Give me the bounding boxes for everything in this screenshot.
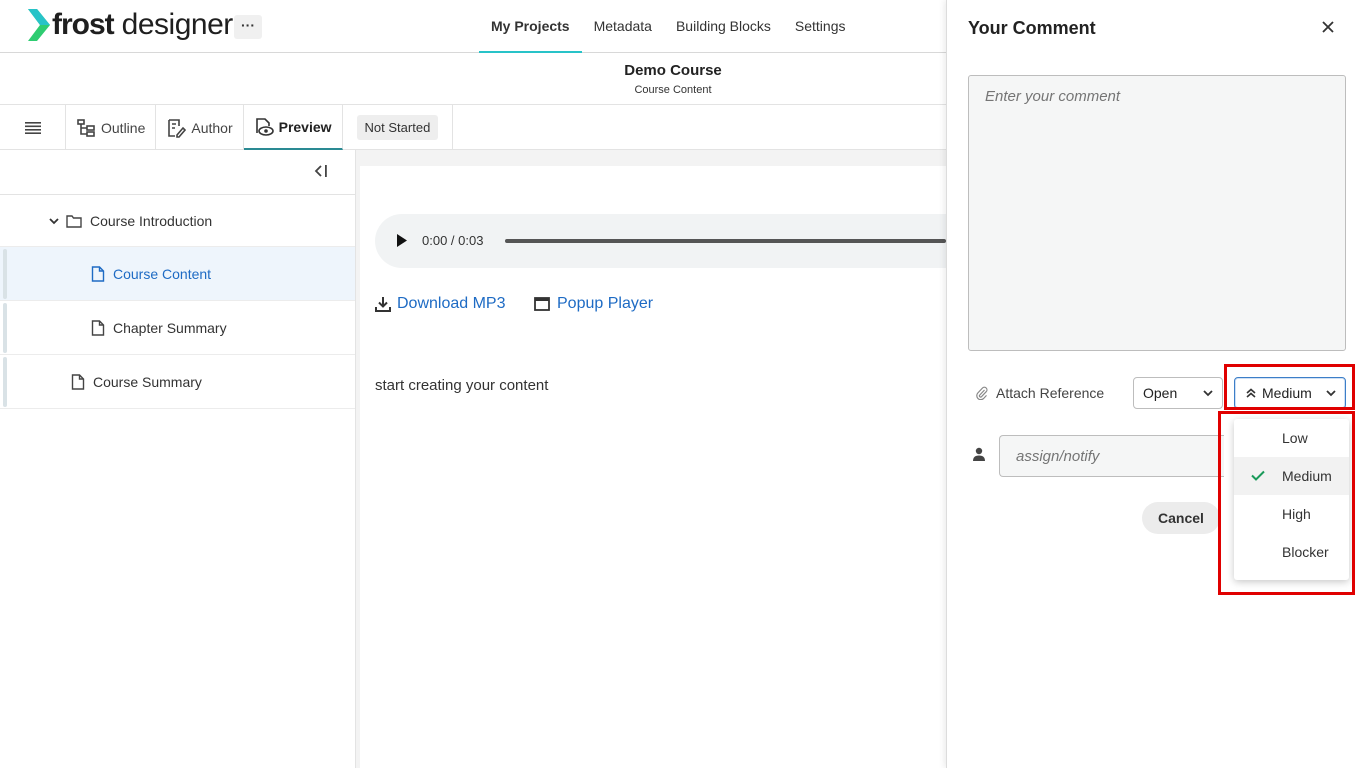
comment-status-value: Open [1143, 385, 1178, 401]
tree-indent-bar [3, 357, 7, 407]
status-area: Not Started [343, 105, 454, 150]
nav-metadata[interactable]: Metadata [582, 0, 664, 53]
sidebar-header [0, 150, 355, 195]
highlight-box-dropdown [1218, 411, 1355, 595]
comment-textarea[interactable] [968, 75, 1346, 351]
nav-my-projects[interactable]: My Projects [479, 0, 582, 53]
tab-preview-label: Preview [278, 118, 332, 135]
audio-progress-track[interactable] [505, 239, 946, 243]
highlight-box-priority [1224, 364, 1355, 410]
outline-icon [77, 118, 95, 137]
course-header: Demo Course Course Content [0, 53, 946, 105]
download-icon [375, 297, 391, 312]
content-body-text: start creating your content [375, 377, 549, 394]
download-mp3-link[interactable]: Download MP3 [375, 295, 506, 313]
tab-preview[interactable]: Preview [243, 105, 343, 150]
tab-outline-label: Outline [101, 119, 146, 136]
audio-player[interactable]: 0:00 / 0:03 [375, 214, 946, 268]
comment-panel: Your Comment Attach Reference Open Mediu… [946, 0, 1366, 768]
person-icon [973, 447, 985, 461]
comment-status-select[interactable]: Open [1133, 377, 1223, 409]
assign-notify-input[interactable] [999, 435, 1224, 477]
attach-reference-button[interactable]: Attach Reference [976, 385, 1104, 401]
cancel-button[interactable]: Cancel [1142, 502, 1220, 534]
hamburger-menu-button[interactable] [0, 105, 66, 150]
editor-toolbar: Outline Author Preview Not Started [0, 105, 946, 150]
tab-author[interactable]: Author [156, 105, 244, 150]
main-nav: My Projects Metadata Building Blocks Set… [479, 0, 858, 53]
logo-text-light: designer [121, 8, 234, 41]
sidebar-item-label: Course Summary [93, 373, 202, 390]
page-icon [71, 373, 85, 390]
preview-icon [255, 117, 274, 136]
sidebar-item-course-introduction[interactable]: Course Introduction [0, 195, 355, 247]
logo-text-bold: frost [52, 8, 115, 41]
close-icon[interactable] [1321, 20, 1335, 34]
popup-player-link[interactable]: Popup Player [534, 295, 653, 313]
page-icon [91, 319, 105, 336]
paperclip-icon [976, 386, 988, 400]
course-outline-sidebar: Course Introduction Course Content Chapt… [0, 150, 356, 768]
sidebar-item-label: Chapter Summary [113, 319, 227, 336]
sidebar-item-course-content[interactable]: Course Content [0, 247, 355, 301]
sidebar-item-course-summary[interactable]: Course Summary [0, 355, 355, 409]
nav-settings[interactable]: Settings [783, 0, 858, 53]
tree-indent-bar [3, 303, 7, 353]
audio-time: 0:00 / 0:03 [422, 233, 484, 248]
more-options-button[interactable]: ··· [234, 15, 262, 39]
download-mp3-label: Download MP3 [397, 295, 506, 312]
chevron-down-icon[interactable] [48, 215, 60, 227]
hamburger-icon [24, 121, 41, 134]
chevron-down-icon [1203, 390, 1213, 397]
author-icon [168, 118, 187, 138]
tab-outline[interactable]: Outline [66, 105, 157, 150]
window-icon [534, 297, 550, 311]
page-icon [91, 265, 105, 282]
frost-designer-logo[interactable]: frost designer [28, 8, 233, 42]
sidebar-item-label: Course Introduction [90, 212, 213, 229]
nav-building-blocks[interactable]: Building Blocks [664, 0, 783, 53]
sidebar-item-label: Course Content [113, 265, 212, 282]
popup-player-label: Popup Player [557, 295, 654, 312]
attach-reference-label: Attach Reference [996, 385, 1105, 401]
collapse-sidebar-icon[interactable] [313, 164, 329, 178]
play-icon[interactable] [397, 234, 407, 247]
sidebar-item-chapter-summary[interactable]: Chapter Summary [0, 301, 355, 355]
folder-icon [66, 214, 82, 228]
status-badge[interactable]: Not Started [356, 115, 439, 140]
panel-title: Your Comment [968, 18, 1096, 38]
tree-indent-bar [3, 249, 7, 299]
tab-author-label: Author [191, 119, 233, 136]
logo-chevron-icon [28, 9, 50, 41]
